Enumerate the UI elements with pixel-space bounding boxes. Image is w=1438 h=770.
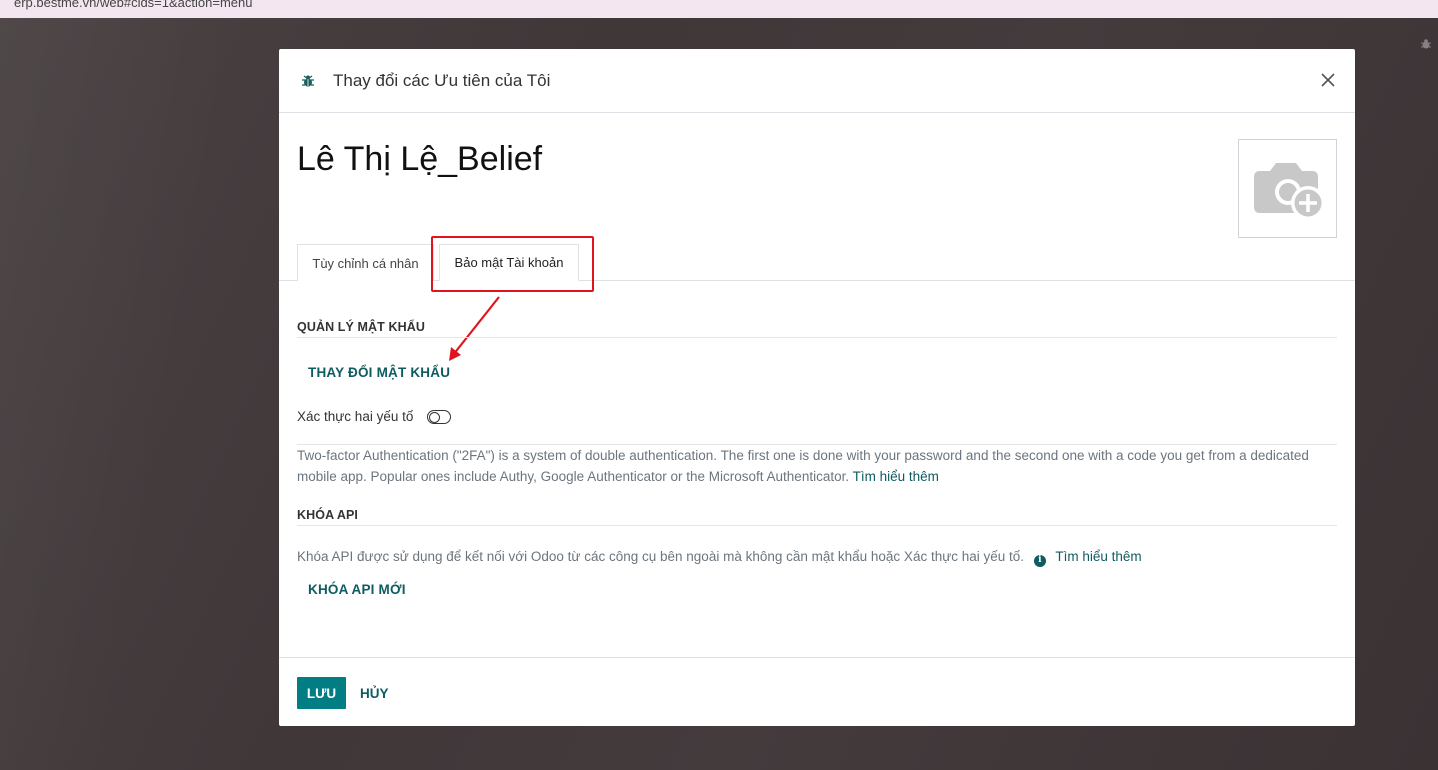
camera-add-icon bbox=[1253, 162, 1325, 220]
api-learn-more-link[interactable]: Tìm hiểu thêm bbox=[1055, 549, 1141, 564]
user-name-title: Lê Thị Lệ_Belief bbox=[297, 140, 543, 178]
password-section-title: QUẢN LÝ MẬT KHẨU bbox=[297, 320, 425, 334]
tab-label: Tùy chỉnh cá nhân bbox=[312, 255, 419, 271]
browser-url-bar[interactable]: erp.bestme.vn/web#cids=1&action=menu bbox=[0, 0, 1438, 18]
cancel-button[interactable]: HỦY bbox=[360, 677, 389, 709]
api-section-title: KHÓA API bbox=[297, 508, 358, 522]
section-divider bbox=[297, 525, 1337, 526]
dialog-header: Thay đổi các Ưu tiên của Tôi bbox=[279, 49, 1355, 113]
backdrop-shade bbox=[0, 18, 280, 770]
annotation-highlight-box bbox=[431, 236, 594, 292]
change-password-button[interactable]: THAY ĐỔI MẬT KHẨU bbox=[308, 365, 450, 380]
two-factor-learn-more-link[interactable]: Tìm hiểu thêm bbox=[853, 469, 939, 484]
preferences-dialog: Thay đổi các Ưu tiên của Tôi Lê Thị Lệ_B… bbox=[279, 49, 1355, 726]
dialog-footer: LƯU HỦY bbox=[279, 657, 1355, 726]
close-button[interactable] bbox=[1317, 69, 1339, 91]
bug-icon bbox=[299, 72, 317, 90]
two-factor-description: Two-factor Authentication ("2FA") is a s… bbox=[297, 445, 1337, 487]
debug-bug-icon[interactable] bbox=[1420, 38, 1434, 52]
dialog-title: Thay đổi các Ưu tiên của Tôi bbox=[333, 70, 551, 90]
section-divider bbox=[297, 337, 1337, 338]
api-description: Khóa API được sử dụng để kết nối với Odo… bbox=[297, 546, 1142, 567]
two-factor-row: Xác thực hai yếu tố bbox=[297, 409, 452, 424]
two-factor-description-text: Two-factor Authentication ("2FA") is a s… bbox=[297, 448, 1309, 484]
tab-personal-settings[interactable]: Tùy chỉnh cá nhân bbox=[297, 244, 434, 281]
two-factor-toggle[interactable] bbox=[427, 409, 452, 424]
save-button[interactable]: LƯU bbox=[297, 677, 346, 709]
avatar-upload[interactable] bbox=[1238, 139, 1337, 238]
close-icon bbox=[1321, 73, 1335, 87]
two-factor-label: Xác thực hai yếu tố bbox=[297, 409, 414, 424]
info-icon: i bbox=[1033, 554, 1046, 567]
new-api-key-button[interactable]: KHÓA API MỚI bbox=[308, 582, 406, 597]
browser-url-text: erp.bestme.vn/web#cids=1&action=menu bbox=[14, 0, 253, 10]
annotation-arrow bbox=[449, 296, 500, 361]
api-description-text: Khóa API được sử dụng để kết nối với Odo… bbox=[297, 549, 1025, 564]
